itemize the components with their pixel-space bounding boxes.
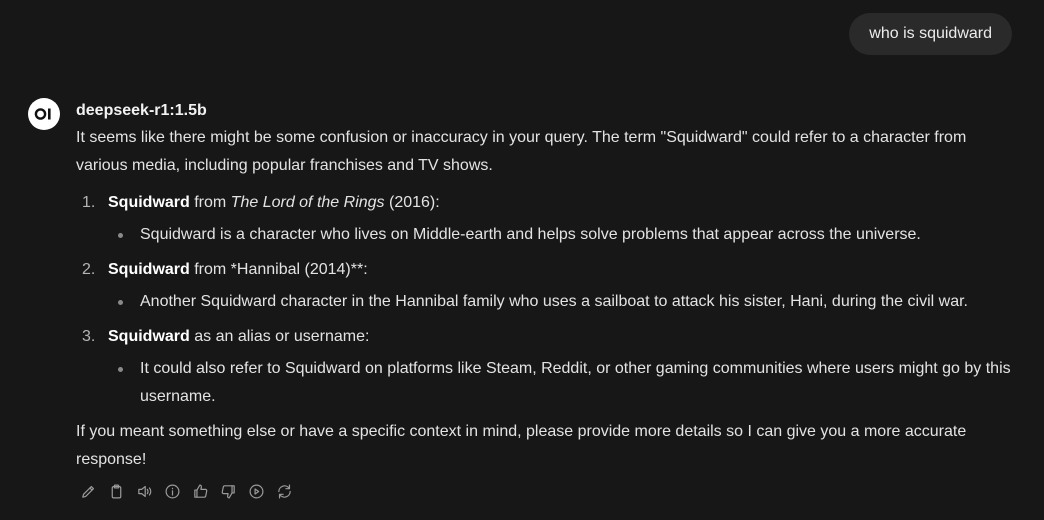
item-text: as an alias or username:: [189, 328, 370, 345]
sub-list-item: It could also refer to Squidward on plat…: [108, 355, 1016, 411]
chat-page: who is squidward deepseek-r1:1.5b It see…: [0, 0, 1044, 520]
continue-response-button[interactable]: [246, 480, 266, 502]
message-action-bar: [78, 480, 294, 502]
model-name: deepseek-r1:1.5b: [76, 102, 207, 119]
item-text: from *Hannibal (2014)**:: [189, 261, 368, 278]
copy-button[interactable]: [106, 480, 126, 502]
intro-paragraph: It seems like there might be some confus…: [76, 129, 967, 174]
thumbs-down-icon: [221, 484, 235, 498]
item-title: Squidward: [108, 194, 190, 211]
list-item-heading: Squidward from The Lord of the Rings (20…: [108, 189, 1016, 217]
openwebui-logo-icon: [34, 108, 51, 120]
list-number: 2.: [82, 261, 96, 278]
item-italic: The Lord of the Rings: [230, 194, 385, 211]
edit-button[interactable]: [78, 480, 98, 502]
regenerate-button[interactable]: [274, 480, 294, 502]
speaker-icon: [137, 485, 151, 497]
model-avatar: [28, 98, 60, 130]
read-aloud-button[interactable]: [134, 480, 154, 502]
list-number: 1.: [82, 194, 96, 211]
play-circle-icon: [249, 484, 263, 498]
generation-info-button[interactable]: [162, 480, 182, 502]
closing-paragraph: If you meant something else or have a sp…: [76, 423, 967, 468]
item-text-post: (2016):: [384, 194, 440, 211]
sub-list: Another Squidward character in the Hanni…: [108, 288, 1016, 316]
sub-list-item: Another Squidward character in the Hanni…: [108, 288, 1016, 316]
sub-list: It could also refer to Squidward on plat…: [108, 355, 1016, 411]
sub-list-item: Squidward is a character who lives on Mi…: [108, 221, 1016, 249]
item-text: from: [189, 194, 231, 211]
info-icon: [165, 484, 179, 498]
assistant-message: deepseek-r1:1.5b It seems like there mig…: [76, 100, 1016, 474]
list-item-heading: Squidward from *Hannibal (2014)**:: [108, 256, 1016, 284]
refresh-icon: [277, 484, 291, 498]
user-message-bubble: who is squidward: [849, 13, 1012, 55]
list-item-heading: Squidward as an alias or username:: [108, 323, 1016, 351]
list-item: 1. Squidward from The Lord of the Rings …: [76, 189, 1016, 249]
list-item: 2. Squidward from *Hannibal (2014)**: An…: [76, 256, 1016, 316]
sub-list: Squidward is a character who lives on Mi…: [108, 221, 1016, 249]
list-item: 3. Squidward as an alias or username: It…: [76, 323, 1016, 411]
thumbs-up-icon: [193, 484, 207, 498]
item-title: Squidward: [108, 261, 190, 278]
pencil-icon: [81, 485, 94, 498]
bad-response-button[interactable]: [218, 480, 238, 502]
clipboard-icon: [111, 484, 121, 498]
answer-list: 1. Squidward from The Lord of the Rings …: [76, 189, 1016, 411]
list-number: 3.: [82, 328, 96, 345]
good-response-button[interactable]: [190, 480, 210, 502]
item-title: Squidward: [108, 328, 190, 345]
